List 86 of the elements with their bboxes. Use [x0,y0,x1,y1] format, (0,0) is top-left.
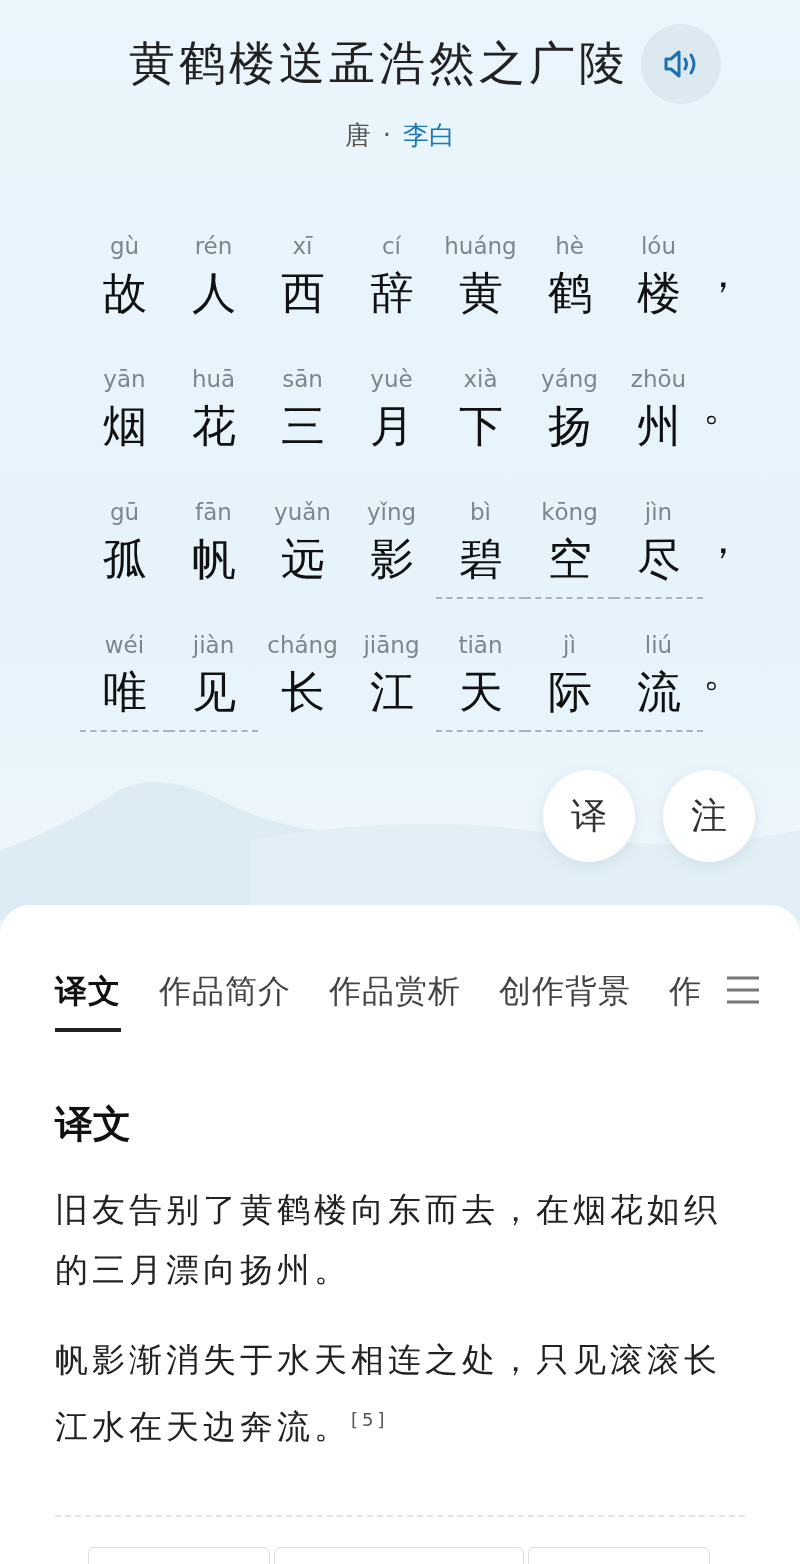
pinyin: wéi [104,632,145,660]
annotated-underline[interactable]: bì 碧 [436,499,525,599]
annotated-underline[interactable]: jì 际 [525,632,614,732]
poem-character: 际 [547,665,592,719]
pinyin: yān [103,366,146,394]
poem-character: 鹤 [547,266,592,320]
punctuation: 。 [703,383,744,431]
annotated-underline[interactable]: wéi 唯 [80,632,169,732]
poem-character: 帆 [191,532,236,586]
punctuation: ， [703,516,744,564]
pinyin: xià [463,366,498,394]
poem-character: 三 [280,399,325,453]
pinyin: xī [292,233,313,261]
annotated-underline[interactable]: jìn 尽 [614,499,703,599]
poem-character: 空 [547,532,592,586]
pinyin: zhōu [630,366,687,394]
section-heading: 译文 [55,1100,132,1148]
poem-character: 楼 [636,266,681,320]
poem-character: 烟 [102,399,147,453]
pinyin: jiàn [192,632,235,660]
annotated-underline[interactable]: liú 流 [614,632,703,732]
menu-icon [726,975,760,1005]
pinyin: cháng [267,632,338,660]
poem-character: 唯 [102,665,147,719]
annotated-underline[interactable]: tiān 天 [436,632,525,732]
pinyin: hè [555,233,584,261]
poem-character: 黄 [458,266,503,320]
poem-character: 江 [369,665,414,719]
translation-paragraph: 帆影渐消失于水天相连之处，只见滚滚长江水在天边奔流。$^{[5]}$ [55,1339,722,1448]
pinyin: yáng [541,366,598,394]
pinyin: lóu [640,233,676,261]
pinyin: yǐng [366,499,417,527]
pinyin: huā [191,366,236,394]
button-outline[interactable] [88,1547,270,1564]
poem-character: 辞 [369,266,414,320]
poem-character: 西 [280,266,325,320]
pinyin: sān [282,366,323,394]
author-link[interactable]: 李白 [403,120,456,150]
poem-character: 花 [191,399,236,453]
pinyin: jì [563,632,576,660]
poem-character: 天 [458,665,503,719]
pinyin: yuè [370,366,413,394]
annotated-underline[interactable]: jiàn 见 [169,632,258,732]
pinyin: huáng [444,233,517,261]
action-button[interactable]: 译 [543,770,635,862]
poem-character: 碧 [458,532,503,586]
pinyin: cí [381,233,401,261]
tab[interactable]: 作品赏析 [329,970,461,1032]
poem-character: 长 [280,665,325,719]
button-outline[interactable] [528,1547,710,1564]
poem-character: 扬 [547,399,592,453]
poem-title: 黄鹤楼送孟浩然之广陵 [128,35,629,92]
tab[interactable]: 作 [669,970,702,1032]
poem-character: 下 [458,399,503,453]
poem-character: 流 [636,665,681,719]
pinyin: liú [644,632,673,660]
pinyin: jiāng [363,632,420,660]
pinyin: yuǎn [274,499,331,527]
tab[interactable]: 创作背景 [499,970,631,1032]
pinyin: bì [470,499,491,527]
poem-character: 尽 [636,532,681,586]
pinyin: tiān [458,632,503,660]
punctuation: ， [703,250,744,298]
poem-character: 人 [191,266,236,320]
poem-character: 故 [102,266,147,320]
pinyin: gū [109,499,140,527]
pinyin: gù [109,233,140,261]
punctuation: 。 [703,649,744,697]
translation-paragraph: 旧友告别了黄鹤楼向东而去，在烟花如织的三月漂向扬州。 [55,1189,722,1291]
poem-character: 影 [369,532,414,586]
pinyin: rén [194,233,233,261]
pinyin: kōng [541,499,598,527]
tab[interactable]: 译文 [55,970,121,1032]
action-button[interactable]: 注 [663,770,755,862]
poem-character: 州 [636,399,681,453]
dynasty-label: 唐 [344,120,371,150]
poem-character: 见 [191,665,236,719]
pinyin: fān [195,499,232,527]
annotated-underline[interactable]: kōng 空 [525,499,614,599]
tab[interactable]: 作品简介 [159,970,291,1032]
pinyin: jìn [644,499,673,527]
poem-character: 月 [369,399,414,453]
button-outline[interactable] [274,1547,524,1564]
separator-dot: · [382,120,392,150]
poem-character: 孤 [102,532,147,586]
poem-character: 远 [280,532,325,586]
